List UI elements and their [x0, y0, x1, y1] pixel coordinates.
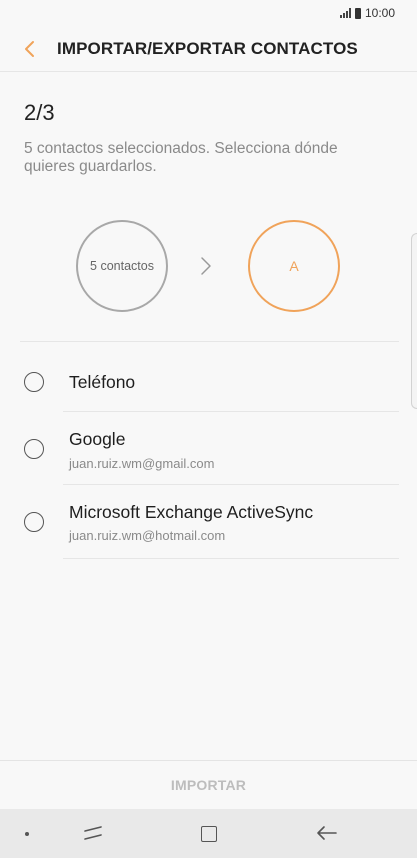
destination-circle: A [248, 220, 340, 312]
status-bar: 10:00 [0, 0, 417, 26]
signal-icon [339, 8, 351, 18]
dot-icon [25, 832, 29, 836]
option-label: Teléfono [69, 372, 136, 392]
battery-icon [354, 7, 361, 19]
radio-icon[interactable] [24, 439, 44, 459]
page-title: IMPORTAR/EXPORTAR CONTACTOS [57, 39, 358, 58]
radio-icon[interactable] [24, 512, 44, 532]
option-google[interactable]: Google juan.ruiz.wm@gmail.com [0, 412, 417, 485]
status-indicators: 10:00 [339, 6, 395, 20]
option-label: Google [69, 429, 126, 449]
clock: 10:00 [364, 6, 395, 20]
nav-back-icon[interactable] [316, 824, 338, 842]
option-account: juan.ruiz.wm@gmail.com [69, 456, 215, 471]
radio-icon[interactable] [24, 372, 44, 392]
source-circle: 5 contactos [76, 220, 168, 312]
chevron-right-icon [201, 257, 211, 275]
app-bar: IMPORTAR/EXPORTAR CONTACTOS [0, 26, 417, 72]
option-account: juan.ruiz.wm@hotmail.com [69, 528, 226, 543]
divider [63, 558, 399, 559]
recents-icon[interactable] [82, 823, 104, 843]
system-nav-bar [0, 809, 417, 858]
step-description: 5 contactos seleccionados. Selecciona dó… [24, 140, 338, 175]
destination-label: A [289, 258, 299, 274]
import-button[interactable]: IMPORTAR [0, 761, 417, 809]
option-label: Microsoft Exchange ActiveSync [69, 502, 314, 522]
source-label: 5 contactos [90, 259, 154, 273]
option-exchange[interactable]: Microsoft Exchange ActiveSync juan.ruiz.… [0, 485, 417, 559]
back-arrow-icon[interactable] [22, 39, 38, 59]
step-indicator: 2/3 [24, 100, 55, 125]
home-icon[interactable] [201, 826, 217, 842]
option-telefono[interactable]: Teléfono [0, 342, 417, 412]
transfer-flow: 5 contactos A [0, 216, 417, 316]
